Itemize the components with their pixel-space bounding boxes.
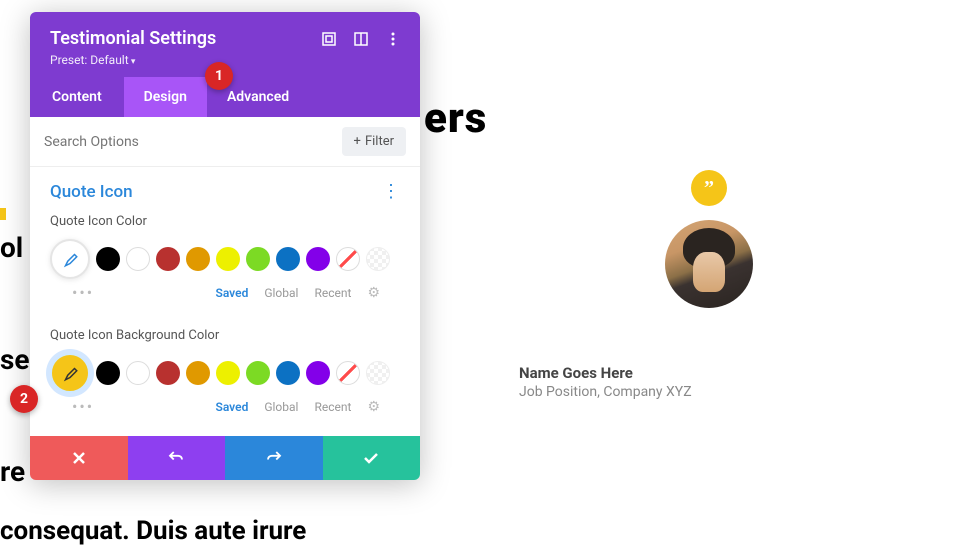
palette-tab-global[interactable]: Global	[264, 400, 298, 414]
gear-icon[interactable]: ⚙	[367, 399, 380, 415]
annotation-marker-2: 2	[10, 385, 38, 413]
preview-name: Name Goes Here	[519, 364, 899, 382]
close-button[interactable]	[30, 436, 128, 480]
section-title[interactable]: Quote Icon	[50, 182, 133, 202]
swatch-none[interactable]	[336, 247, 360, 271]
plus-icon: +	[354, 134, 361, 149]
swatch-none[interactable]	[336, 361, 360, 385]
swatch-white[interactable]	[126, 247, 150, 271]
quote-icon-bg-color-group: Quote Icon Background Color ••• Saved Gl…	[30, 322, 420, 436]
section-quote-icon: Quote Icon ⋮	[30, 167, 420, 208]
swatch-black[interactable]	[96, 361, 120, 385]
preview-meta: Job Position, Company XYZ	[519, 384, 899, 400]
swatch-blue[interactable]	[276, 361, 300, 385]
avatar	[665, 220, 753, 308]
redo-button[interactable]	[225, 436, 323, 480]
swatch-yellow[interactable]	[216, 361, 240, 385]
background-text-ers: ers	[424, 94, 487, 143]
bg-color-picker-button[interactable]	[50, 353, 90, 393]
swatch-black[interactable]	[96, 247, 120, 271]
swatch-purple[interactable]	[306, 361, 330, 385]
palette-tab-saved[interactable]: Saved	[216, 400, 249, 414]
swatch-white[interactable]	[126, 361, 150, 385]
palette-tab-global[interactable]: Global	[264, 286, 298, 300]
swatch-green[interactable]	[246, 361, 270, 385]
panel-title: Testimonial Settings	[50, 28, 216, 49]
search-input[interactable]	[44, 134, 334, 150]
swatch-darkred[interactable]	[156, 247, 180, 271]
palette-tab-recent[interactable]: Recent	[314, 400, 351, 414]
save-button[interactable]	[323, 436, 421, 480]
tab-content[interactable]: Content	[30, 77, 124, 117]
quote-icon-color-label: Quote Icon Color	[50, 214, 400, 229]
swatch-transparent[interactable]	[366, 361, 390, 385]
annotation-marker-1: 1	[205, 62, 233, 90]
palette-more-icon[interactable]: •••	[72, 283, 94, 302]
more-icon[interactable]	[386, 32, 400, 46]
color-picker-button[interactable]	[50, 239, 90, 279]
section-menu-icon[interactable]: ⋮	[382, 181, 400, 202]
quote-icon-color-group: Quote Icon Color ••• Saved Global Recent…	[30, 208, 420, 322]
background-text-left: ol se re	[0, 220, 30, 500]
palette-more-icon[interactable]: •••	[72, 397, 94, 416]
background-text-bottom: consequat. Duis aute irure	[0, 516, 306, 546]
swatch-yellow[interactable]	[216, 247, 240, 271]
palette-tab-saved[interactable]: Saved	[216, 286, 249, 300]
gear-icon[interactable]: ⚙	[367, 285, 380, 301]
swatch-orange[interactable]	[186, 247, 210, 271]
swatch-purple[interactable]	[306, 247, 330, 271]
swatch-orange[interactable]	[186, 361, 210, 385]
palette-tab-recent[interactable]: Recent	[314, 286, 351, 300]
tab-design[interactable]: Design	[124, 77, 207, 117]
swatch-blue[interactable]	[276, 247, 300, 271]
undo-button[interactable]	[128, 436, 226, 480]
expand-icon[interactable]	[322, 32, 336, 46]
filter-button[interactable]: +Filter	[342, 127, 406, 156]
quote-icon: ”	[691, 170, 727, 206]
swatch-green[interactable]	[246, 247, 270, 271]
testimonial-preview: ” Name Goes Here Job Position, Company X…	[519, 170, 899, 400]
swatch-transparent[interactable]	[366, 247, 390, 271]
search-row: +Filter	[30, 117, 420, 167]
quote-icon-bg-label: Quote Icon Background Color	[50, 328, 400, 343]
layout-icon[interactable]	[354, 32, 368, 46]
swatch-darkred[interactable]	[156, 361, 180, 385]
left-accent-border	[0, 208, 6, 220]
footer-actions	[30, 436, 420, 480]
